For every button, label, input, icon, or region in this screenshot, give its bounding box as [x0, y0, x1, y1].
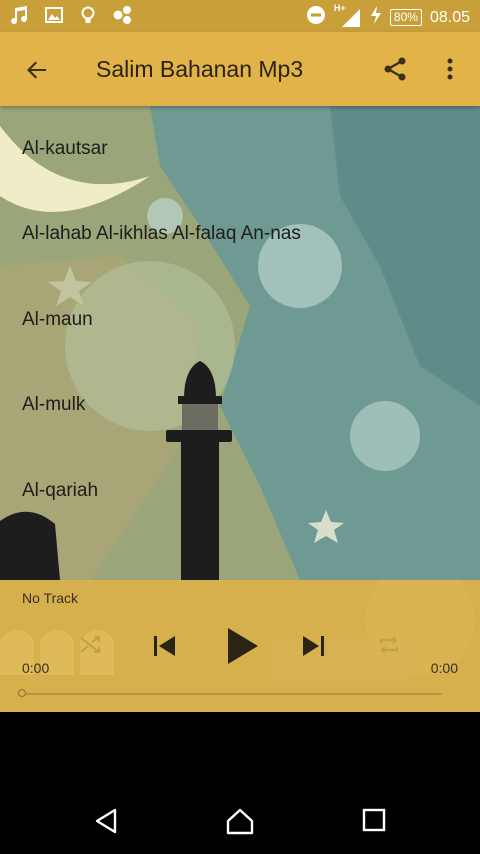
total-time: 0:00: [430, 660, 458, 676]
lightbulb-icon: [78, 5, 98, 30]
more-vert-icon[interactable]: [440, 56, 460, 87]
list-item[interactable]: Al-kautsar: [0, 106, 480, 192]
track-title: Al-lahab Al-ikhlas Al-falaq An-nas: [22, 223, 301, 245]
home-icon[interactable]: [225, 807, 255, 840]
status-bar: H+ 80% 08.05: [0, 0, 480, 32]
share-icon[interactable]: [382, 56, 408, 87]
current-time: 0:00: [22, 660, 50, 676]
app-title: Salim Bahanan Mp3: [96, 56, 304, 82]
clock: 08.05: [429, 8, 470, 26]
list-item[interactable]: Al-qariah: [0, 448, 480, 534]
signal-icon: H+: [334, 3, 362, 29]
play-icon[interactable]: [224, 626, 260, 671]
music-note-icon: [10, 5, 30, 30]
list-item[interactable]: Al-lahab Al-ikhlas Al-falaq An-nas: [0, 192, 480, 278]
back-arrow-icon[interactable]: [24, 57, 50, 88]
back-triangle-icon[interactable]: [93, 807, 121, 840]
recents-icon[interactable]: [361, 807, 387, 838]
repeat-icon[interactable]: [376, 632, 402, 663]
skip-next-icon[interactable]: [300, 632, 328, 665]
shuffle-icon[interactable]: [78, 632, 104, 663]
image-icon: [44, 5, 64, 30]
do-not-disturb-icon: [306, 5, 326, 30]
list-item[interactable]: Al-maun: [0, 277, 480, 363]
skip-previous-icon[interactable]: [150, 632, 178, 665]
app-bar: Salim Bahanan Mp3: [0, 32, 480, 106]
list-item[interactable]: Al-mulk: [0, 363, 480, 449]
battery-icon: 80%: [389, 9, 422, 26]
track-title: Al-mulk: [22, 394, 86, 416]
now-playing-label: No Track: [22, 590, 79, 606]
apps-icon: [112, 5, 134, 30]
navigation-bar: [0, 788, 480, 854]
seek-thumb[interactable]: [18, 689, 26, 697]
playlist-area: Al-kautsar Al-lahab Al-ikhlas Al-falaq A…: [0, 106, 480, 580]
player-panel: No Track 0:00 0:00: [0, 580, 480, 712]
empty-area: [0, 712, 480, 788]
track-title: Al-maun: [22, 308, 93, 330]
track-title: Al-qariah: [22, 479, 99, 501]
charging-icon: [370, 6, 382, 29]
playlist: Al-kautsar Al-lahab Al-ikhlas Al-falaq A…: [0, 106, 480, 534]
track-title: Al-kautsar: [22, 137, 108, 159]
seek-bar[interactable]: [18, 689, 442, 697]
